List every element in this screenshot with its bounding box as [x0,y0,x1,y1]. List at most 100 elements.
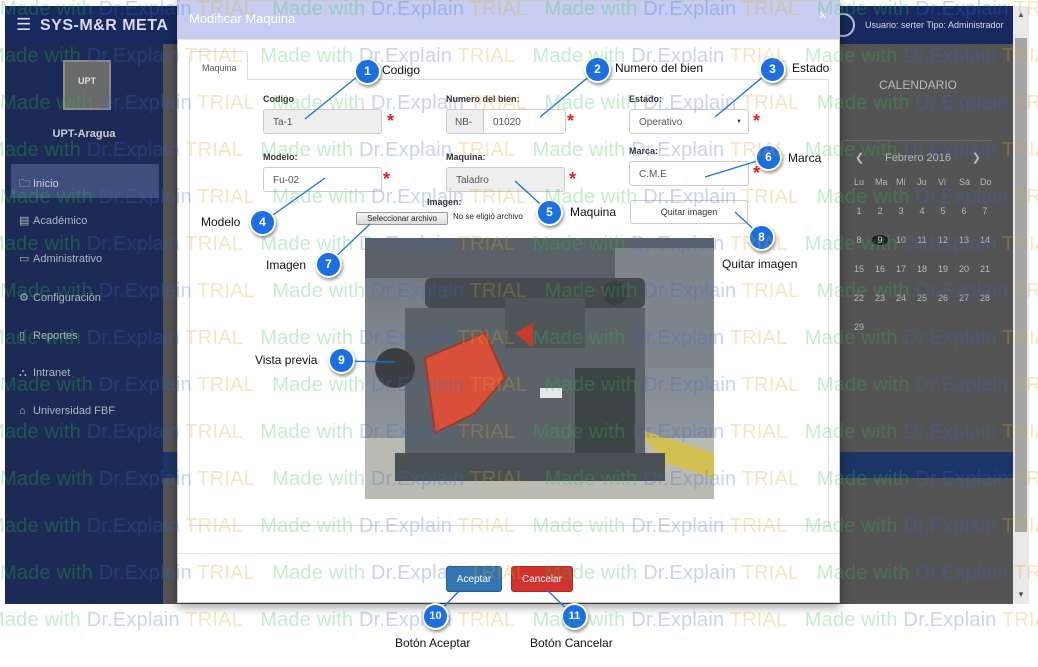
page-scrollbar[interactable]: ▲ ▼ [1013,6,1029,604]
watermark-text: TRIAL [1001,609,1038,631]
watermark-text: Made with [0,609,81,631]
calendar-day[interactable]: 20 [956,264,972,274]
calendar-day[interactable]: 27 [956,293,972,303]
tab-maquina[interactable]: Maquina [189,51,248,81]
numero-bien-field[interactable]: 01020 [483,109,566,134]
calendar-day[interactable]: 14 [977,235,993,245]
watermark-text: TRIAL [179,609,243,631]
sidebar-item-2[interactable]: ▭ Administrativo [11,241,159,275]
calendar-day[interactable]: 23 [872,293,888,303]
callout-marker-10: 10 [422,603,449,630]
required-mark: * [753,111,761,131]
calendar-day[interactable]: 17 [893,264,909,274]
select-file-button[interactable]: Seleccionar archivo [356,212,448,225]
calendar-day[interactable]: 7 [977,206,993,216]
calendar-day[interactable]: 16 [872,264,888,274]
calendar-day[interactable]: 21 [977,264,993,274]
watermark-text: Dr.Explain [358,609,453,631]
marca-label: Marca: [629,146,659,156]
calendar-widget: CALENDARIO ❮ Febrero 2016 ❯ Lu Ma Mi Ju Vi Sá… [843,72,993,332]
sidebar-item-label: Inicio [33,178,59,190]
watermark-text: Made with [260,609,359,631]
watermark-text: Dr.Explain [86,609,180,631]
calendar-prev-icon[interactable]: ❮ [855,151,864,164]
watermark-text: Dr.Explain [631,609,725,631]
calendar-day[interactable]: 9 [872,235,888,245]
calendar-day[interactable]: 25 [914,293,930,303]
book-icon: ▤ [19,215,30,227]
sidebar-item-label: Universidad FBF [33,405,115,417]
cancel-button[interactable]: Cancelar [511,566,573,592]
chevron-down-icon: ▼ [736,119,742,125]
org-logo-text: UPT [78,76,96,86]
sidebar-item-label: Reportes [33,330,78,342]
calendar-day[interactable]: 18 [914,264,930,274]
required-mark: * [383,169,391,189]
screenshot-stage: ☰ SYS-M&R META Usuario: serter Tipo: Adm… [0,0,1038,667]
required-mark: * [569,169,577,189]
calendar-day[interactable]: 19 [935,264,951,274]
calendar-next-icon[interactable]: ❯ [972,151,981,164]
sidebar-item-1[interactable]: ▤ Académico [11,203,159,237]
calendar-day[interactable]: 28 [977,293,993,303]
modal-footer: Aceptar Cancelar [178,553,839,602]
callout-label-11: Botón Cancelar [530,636,613,650]
calendar-day[interactable]: 2 [872,206,888,216]
calendar-day[interactable]: 24 [893,293,909,303]
codigo-field[interactable]: Ta-1 [263,109,382,134]
calendar-day[interactable]: 11 [914,235,930,245]
sidebar-item-4[interactable]: ▯ Reportes [11,318,159,352]
calendar-dow: Mi [896,177,906,187]
calendar-day[interactable]: 22 [851,293,867,303]
calendar-day[interactable]: 29 [851,322,867,332]
watermark-text: Made with [804,609,904,631]
calendar-day[interactable]: 15 [851,264,867,274]
file-status: No se eligió archivo [453,212,523,221]
calendar-dow: Ma [875,177,888,187]
calendar-day[interactable]: 5 [935,206,951,216]
sidebar-item-label: Académico [33,215,88,227]
tab-bar: Maquina [189,51,829,81]
numero-bien-label: Numero del bien: [446,94,520,104]
modelo-field[interactable]: Fu-02 [263,167,382,192]
calendar-day[interactable]: 26 [935,293,951,303]
gears-icon: ⚙ [19,292,29,304]
close-icon[interactable]: × [819,7,827,23]
callout-label-10: Botón Aceptar [395,636,471,650]
estado-select[interactable]: Operativo ▼ [629,109,749,134]
calendar-day[interactable]: 4 [914,206,930,216]
calendar-day[interactable]: 13 [956,235,972,245]
file-icon: ▯ [19,330,26,342]
calendar-dow: Ju [917,177,927,187]
sidebar-item-label: Configuración [33,292,101,304]
bank-icon: ⌂ [19,405,26,417]
calendar-day[interactable]: 6 [956,206,972,216]
sidebar-item-0[interactable]: 🗀 Inicio [11,164,159,198]
menu-icon[interactable]: ☰ [16,15,31,35]
maquina-field[interactable]: Taladro [446,167,565,192]
calendar-day[interactable]: 12 [935,235,951,245]
calendar-day[interactable]: 8 [851,235,867,245]
sidebar-item-5[interactable]: ⛬ Intranet [11,356,159,390]
folder-icon: 🗀 [19,178,30,190]
watermark-text: TRIAL [452,609,516,631]
calendar-dow: Vi [938,177,946,187]
calendar-day[interactable]: 1 [851,206,867,216]
calendar-title: CALENDARIO [843,72,993,141]
calendar-day[interactable]: 10 [893,235,909,245]
image-preview [365,238,714,499]
calendar-dow: Lu [854,177,865,187]
org-logo: UPT [63,60,111,110]
scrollbar-thumb[interactable] [1015,38,1027,532]
required-mark: * [753,163,761,183]
scroll-up-icon[interactable]: ▲ [1017,10,1025,19]
app-brand[interactable]: SYS-M&R META [40,17,168,35]
scroll-down-icon[interactable]: ▼ [1017,590,1025,599]
sidebar-item-3[interactable]: ⚙ Configuración [11,280,159,314]
marca-field[interactable]: C.M.E [629,161,749,186]
remove-image-button[interactable]: Quitar imagen [630,200,748,224]
calendar-day[interactable]: 3 [893,206,909,216]
accept-button[interactable]: Aceptar [446,566,502,592]
sidebar-item-6[interactable]: ⌂ Universidad FBF [11,394,159,428]
edit-machine-modal: Modificar Maquina × Maquina Codigo Ta-1 … [177,0,840,603]
